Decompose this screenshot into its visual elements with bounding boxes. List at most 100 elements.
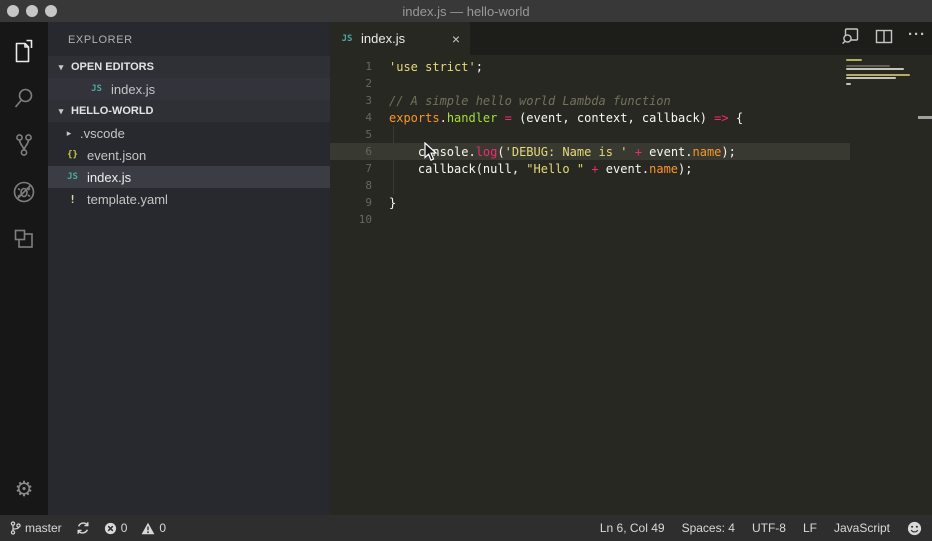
js-file-icon: JS	[341, 33, 353, 44]
minimap-line	[846, 59, 862, 61]
yaml-file-icon: !	[69, 192, 76, 206]
code-text: console.log('DEBUG: Name is ' + event.na…	[417, 144, 736, 159]
file-name: template.yaml	[87, 191, 168, 207]
traffic-lights	[7, 5, 57, 17]
sidebar-title: EXPLORER	[68, 34, 133, 46]
branch-name: master	[25, 521, 62, 535]
code-text: exports.handler = (event, context, callb…	[389, 110, 744, 125]
window-title: index.js — hello-world	[402, 3, 530, 19]
line-number[interactable]: 8	[330, 179, 389, 192]
error-count-value: 0	[120, 521, 128, 535]
tab-label: index.js	[361, 31, 406, 46]
minimap-line	[846, 74, 910, 76]
extensions-icon	[12, 227, 36, 256]
json-file-icon: {}	[67, 150, 78, 160]
line-number[interactable]: 6	[330, 145, 389, 158]
error-count[interactable]: 0	[104, 521, 128, 535]
section-label: OPEN EDITORS	[71, 61, 154, 73]
gear-icon: ⚙	[14, 476, 34, 501]
smiley-icon	[907, 521, 922, 535]
warning-count[interactable]: 0	[141, 521, 166, 535]
twisty-expanded-icon: ▾	[58, 61, 64, 72]
code-line[interactable]: 10	[330, 211, 932, 228]
tree-item-index-js[interactable]: JS index.js	[48, 166, 330, 188]
tab-index-js[interactable]: JS index.js ×	[330, 22, 470, 55]
cursor-position[interactable]: Ln 6, Col 49	[600, 521, 665, 535]
mouse-pointer	[424, 141, 438, 165]
file-name: index.js	[87, 169, 132, 185]
tab-bar: JS index.js × ···	[330, 22, 932, 55]
eol-setting[interactable]: LF	[803, 521, 817, 535]
no-bug-icon	[11, 179, 37, 210]
tab-close-icon[interactable]: ×	[452, 31, 460, 47]
sidebar-item-explorer[interactable]	[0, 30, 48, 77]
twisty-collapsed-icon: ▸	[66, 127, 72, 138]
sync-icon	[77, 522, 89, 534]
line-number[interactable]: 9	[330, 196, 389, 209]
code-text: }	[389, 195, 397, 210]
code-line[interactable]: 7 callback(null, "Hello " + event.name);	[330, 160, 932, 177]
line-number[interactable]: 5	[330, 128, 389, 141]
section-open-editors[interactable]: ▾ OPEN EDITORS	[48, 56, 330, 78]
language-mode[interactable]: JavaScript	[834, 521, 890, 535]
settings-button[interactable]: ⚙	[0, 477, 48, 501]
sync-button[interactable]	[76, 521, 90, 535]
minimize-button[interactable]	[26, 5, 38, 17]
open-editor-index-js[interactable]: JS index.js	[48, 78, 330, 100]
js-file-icon: JS	[91, 84, 102, 94]
code-line[interactable]: 3// A simple hello world Lambda function	[330, 92, 932, 109]
line-number[interactable]: 4	[330, 111, 389, 124]
line-number[interactable]: 3	[330, 94, 389, 107]
scrollbar-thumb[interactable]	[918, 116, 932, 119]
tree-item-event-json[interactable]: {} event.json	[48, 144, 330, 166]
feedback-button[interactable]	[907, 521, 922, 536]
code-text: 'use strict';	[389, 59, 483, 74]
status-bar: master 0 0 Ln 6, Col 49 Spaces: 4 UTF-8 …	[0, 515, 932, 541]
sidebar-item-search[interactable]	[0, 77, 48, 124]
search-icon	[12, 86, 36, 115]
line-number[interactable]: 10	[330, 213, 389, 226]
minimap-line	[846, 68, 904, 70]
warning-count-value: 0	[159, 521, 167, 535]
file-name: index.js	[111, 81, 156, 97]
minimap-line	[846, 83, 851, 85]
code-line[interactable]: 8	[330, 177, 932, 194]
more-actions-button[interactable]: ···	[908, 27, 926, 42]
minimap-line	[846, 77, 896, 79]
minimap[interactable]	[846, 59, 910, 86]
sidebar-item-source-control[interactable]	[0, 124, 48, 171]
encoding-setting[interactable]: UTF-8	[752, 521, 786, 535]
minimap-line	[846, 65, 890, 67]
titlebar: index.js — hello-world	[0, 0, 932, 22]
code-line[interactable]: 2	[330, 75, 932, 92]
tree-item-template-yaml[interactable]: ! template.yaml	[48, 188, 330, 210]
code-line[interactable]: 4 exports.handler = (event, context, call…	[330, 109, 932, 126]
folder-name: .vscode	[80, 125, 125, 141]
branch-icon	[10, 521, 21, 535]
code-editor[interactable]: 1'use strict'; 2 3// A simple hello world …	[330, 55, 932, 515]
tree-item-vscode-folder[interactable]: ▸ .vscode	[48, 122, 330, 144]
zoom-button[interactable]	[45, 5, 57, 17]
sidebar-item-debug[interactable]	[0, 171, 48, 218]
git-branch-icon	[12, 132, 36, 163]
git-branch-status[interactable]: master	[10, 521, 62, 535]
code-line[interactable]: 1'use strict';	[330, 58, 932, 75]
file-name: event.json	[87, 147, 147, 163]
code-line[interactable]: 9}	[330, 194, 932, 211]
code-line[interactable]: 5	[330, 126, 932, 143]
warning-icon	[141, 522, 155, 534]
line-number[interactable]: 1	[330, 60, 389, 73]
sidebar-item-extensions[interactable]	[0, 218, 48, 265]
section-label: HELLO-WORLD	[71, 105, 154, 117]
section-hello-world[interactable]: ▾ HELLO-WORLD	[48, 100, 330, 122]
line-number[interactable]: 2	[330, 77, 389, 90]
split-editor-button[interactable]	[875, 29, 893, 49]
indentation-setting[interactable]: Spaces: 4	[682, 521, 735, 535]
line-number[interactable]: 7	[330, 162, 389, 175]
close-button[interactable]	[7, 5, 19, 17]
activity-bar: ⚙	[0, 22, 48, 515]
vscode-window: index.js — hello-world ⚙ EXPLORER ▾ OPEN…	[0, 0, 932, 541]
files-icon	[12, 38, 36, 69]
open-changes-button[interactable]	[841, 27, 860, 50]
code-line[interactable]: 6 console.log('DEBUG: Name is ' + event.…	[330, 143, 932, 160]
